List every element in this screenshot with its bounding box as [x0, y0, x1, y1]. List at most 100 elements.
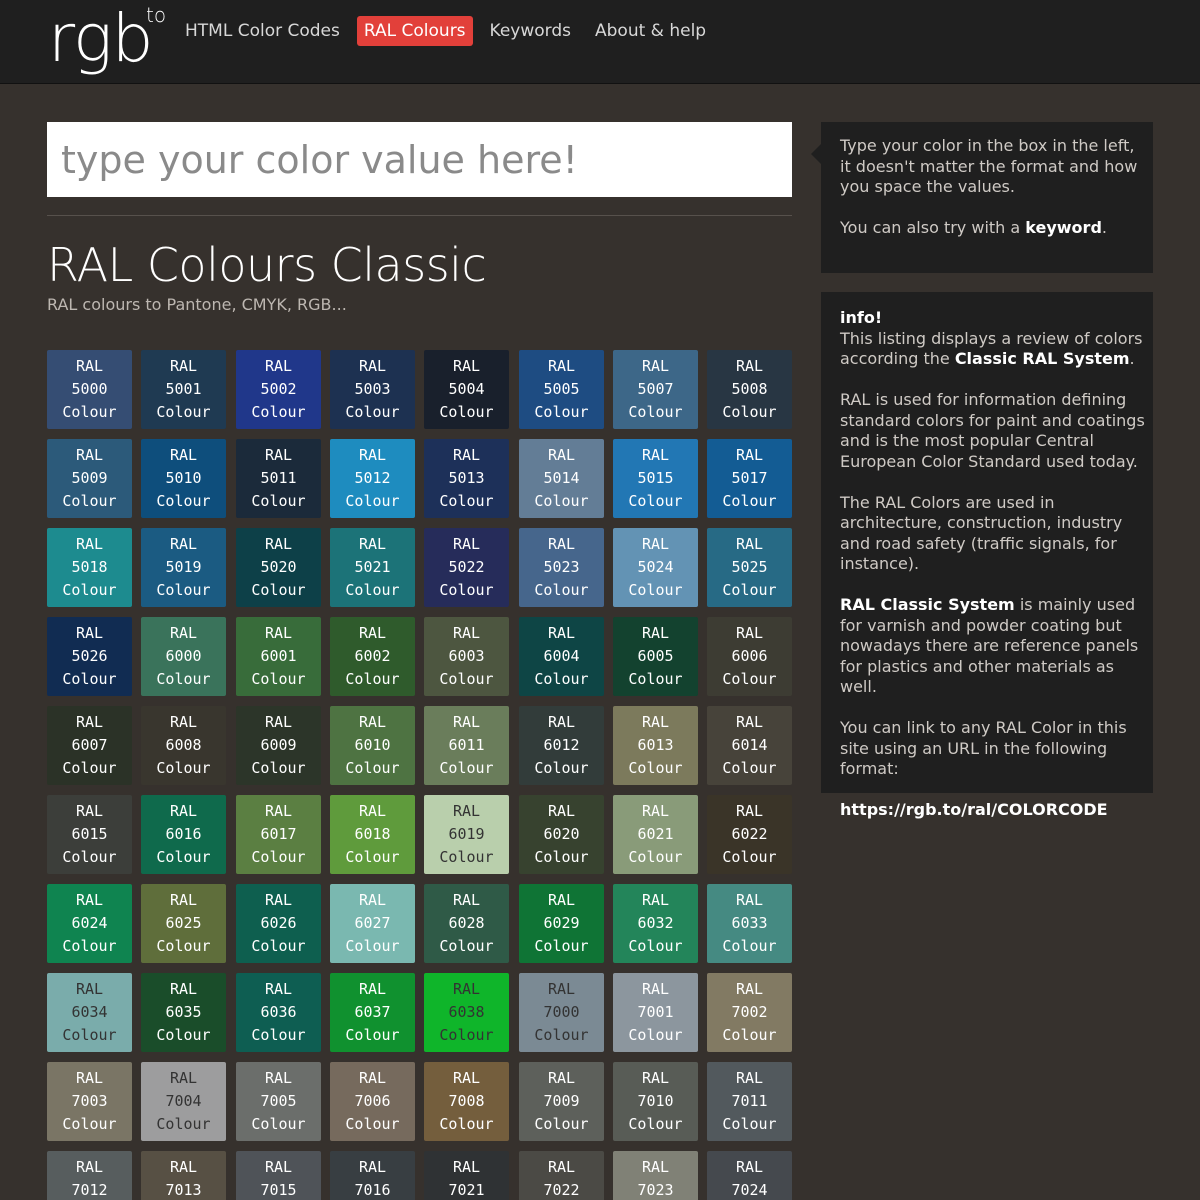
- ral-swatch[interactable]: RAL 6002 Colour: [330, 617, 415, 696]
- ral-swatch[interactable]: RAL7022Colour: [519, 1151, 604, 1200]
- ral-swatch[interactable]: RAL 5008 Colour: [707, 350, 792, 429]
- ral-swatch[interactable]: RAL 6034 Colour: [47, 973, 132, 1052]
- ral-swatch[interactable]: RAL 6026 Colour: [236, 884, 321, 963]
- ral-swatch[interactable]: RAL 6018 Colour: [330, 795, 415, 874]
- ral-swatch[interactable]: RAL 6008 Colour: [141, 706, 226, 785]
- ral-swatch[interactable]: RAL7021Colour: [424, 1151, 509, 1200]
- ral-swatch[interactable]: RAL 7008 Colour: [424, 1062, 509, 1141]
- ral-swatch[interactable]: RAL 5026 Colour: [47, 617, 132, 696]
- keyword-link[interactable]: keyword: [1025, 218, 1102, 237]
- ral-swatch[interactable]: RAL7016Colour: [330, 1151, 415, 1200]
- ral-swatch[interactable]: RAL 7006 Colour: [330, 1062, 415, 1141]
- ral-swatch[interactable]: RAL7023Colour: [613, 1151, 698, 1200]
- ral-swatch[interactable]: RAL 7004 Colour: [141, 1062, 226, 1141]
- ral-swatch[interactable]: RAL 6000 Colour: [141, 617, 226, 696]
- ral-swatch[interactable]: RAL 5021 Colour: [330, 528, 415, 607]
- ral-swatch-grid: RAL 5000 Colour RAL 5001 Colour RAL 5002 Colour R…: [47, 350, 797, 1200]
- ral-swatch[interactable]: RAL 7002 Colour: [707, 973, 792, 1052]
- ral-swatch[interactable]: RAL7015Colour: [236, 1151, 321, 1200]
- ral-swatch[interactable]: RAL 6006 Colour: [707, 617, 792, 696]
- ral-swatch[interactable]: RAL 5010 Colour: [141, 439, 226, 518]
- ral-swatch[interactable]: RAL 6038 Colour: [424, 973, 509, 1052]
- ral-swatch[interactable]: RAL 6033 Colour: [707, 884, 792, 963]
- ral-swatch[interactable]: RAL 5005 Colour: [519, 350, 604, 429]
- ral-swatch[interactable]: RAL 5009 Colour: [47, 439, 132, 518]
- ral-swatch[interactable]: RAL 5014 Colour: [519, 439, 604, 518]
- ral-swatch[interactable]: RAL 5025 Colour: [707, 528, 792, 607]
- nav-about-help[interactable]: About & help: [588, 16, 713, 46]
- ral-swatch[interactable]: RAL 5013 Colour: [424, 439, 509, 518]
- ral-swatch[interactable]: RAL 6013 Colour: [613, 706, 698, 785]
- ral-swatch[interactable]: RAL 5020 Colour: [236, 528, 321, 607]
- ral-swatch[interactable]: RAL7013Colour: [141, 1151, 226, 1200]
- swatch-code: 7008: [448, 1092, 485, 1110]
- ral-swatch[interactable]: RAL 5011 Colour: [236, 439, 321, 518]
- swatch-code: 5009: [71, 469, 108, 487]
- ral-swatch[interactable]: RAL 6035 Colour: [141, 973, 226, 1052]
- ral-swatch[interactable]: RAL 6028 Colour: [424, 884, 509, 963]
- swatch-label-colour: Colour: [156, 1026, 211, 1044]
- ral-swatch[interactable]: RAL 5019 Colour: [141, 528, 226, 607]
- color-search-input[interactable]: [47, 122, 792, 197]
- info-intro: info! This listing displays a review of c…: [840, 308, 1145, 370]
- ral-swatch[interactable]: RAL 6005 Colour: [613, 617, 698, 696]
- ral-swatch[interactable]: RAL7012Colour: [47, 1151, 132, 1200]
- ral-swatch[interactable]: RAL 7001 Colour: [613, 973, 698, 1052]
- ral-swatch[interactable]: RAL 6027 Colour: [330, 884, 415, 963]
- ral-swatch[interactable]: RAL 5012 Colour: [330, 439, 415, 518]
- ral-swatch[interactable]: RAL 5022 Colour: [424, 528, 509, 607]
- swatch-code: 6020: [543, 825, 580, 843]
- url-format: https://rgb.to/ral/COLORCODE: [840, 800, 1108, 819]
- ral-swatch[interactable]: RAL 5015 Colour: [613, 439, 698, 518]
- ral-swatch[interactable]: RAL 6004 Colour: [519, 617, 604, 696]
- ral-swatch[interactable]: RAL 6015 Colour: [47, 795, 132, 874]
- ral-swatch[interactable]: RAL 6020 Colour: [519, 795, 604, 874]
- nav-ral-colours[interactable]: RAL Colours: [356, 16, 473, 46]
- ral-swatch[interactable]: RAL 7011 Colour: [707, 1062, 792, 1141]
- swatch-code: 6015: [71, 825, 108, 843]
- ral-swatch[interactable]: RAL 5000 Colour: [47, 350, 132, 429]
- swatch-label-ral: RAL: [452, 1158, 481, 1176]
- ral-swatch[interactable]: RAL7024Colour: [707, 1151, 792, 1200]
- ral-swatch[interactable]: RAL 6024 Colour: [47, 884, 132, 963]
- ral-swatch[interactable]: RAL 7010 Colour: [613, 1062, 698, 1141]
- ral-swatch[interactable]: RAL 6012 Colour: [519, 706, 604, 785]
- ral-swatch[interactable]: RAL 6014 Colour: [707, 706, 792, 785]
- ral-swatch[interactable]: RAL 5002 Colour: [236, 350, 321, 429]
- ral-swatch[interactable]: RAL 5017 Colour: [707, 439, 792, 518]
- ral-swatch[interactable]: RAL 7003 Colour: [47, 1062, 132, 1141]
- ral-swatch[interactable]: RAL 6029 Colour: [519, 884, 604, 963]
- ral-swatch[interactable]: RAL 6021 Colour: [613, 795, 698, 874]
- ral-swatch[interactable]: RAL 6003 Colour: [424, 617, 509, 696]
- ral-swatch[interactable]: RAL 6007 Colour: [47, 706, 132, 785]
- ral-swatch[interactable]: RAL 6025 Colour: [141, 884, 226, 963]
- ral-swatch[interactable]: RAL 5018 Colour: [47, 528, 132, 607]
- ral-swatch[interactable]: RAL 6016 Colour: [141, 795, 226, 874]
- swatch-code: 6027: [354, 914, 391, 932]
- ral-swatch[interactable]: RAL 5023 Colour: [519, 528, 604, 607]
- ral-swatch[interactable]: RAL 6037 Colour: [330, 973, 415, 1052]
- site-logo[interactable]: rgb to: [48, 2, 166, 76]
- ral-swatch[interactable]: RAL 6022 Colour: [707, 795, 792, 874]
- ral-swatch[interactable]: RAL 7005 Colour: [236, 1062, 321, 1141]
- nav-keywords[interactable]: Keywords: [483, 16, 578, 46]
- swatch-label-ral: RAL: [547, 1158, 576, 1176]
- ral-swatch[interactable]: RAL 6001 Colour: [236, 617, 321, 696]
- ral-swatch[interactable]: RAL 6010 Colour: [330, 706, 415, 785]
- swatch-code: 6017: [260, 825, 297, 843]
- ral-swatch[interactable]: RAL 5004 Colour: [424, 350, 509, 429]
- swatch-label-colour: Colour: [156, 403, 211, 421]
- ral-swatch[interactable]: RAL 6032 Colour: [613, 884, 698, 963]
- ral-swatch[interactable]: RAL 6017 Colour: [236, 795, 321, 874]
- ral-swatch[interactable]: RAL 7009 Colour: [519, 1062, 604, 1141]
- ral-swatch[interactable]: RAL 6011 Colour: [424, 706, 509, 785]
- ral-swatch[interactable]: RAL 5007 Colour: [613, 350, 698, 429]
- nav-html-color-codes[interactable]: HTML Color Codes: [178, 16, 347, 46]
- ral-swatch[interactable]: RAL 6019 Colour: [424, 795, 509, 874]
- ral-swatch[interactable]: RAL 5001 Colour: [141, 350, 226, 429]
- ral-swatch[interactable]: RAL 5024 Colour: [613, 528, 698, 607]
- ral-swatch[interactable]: RAL 6036 Colour: [236, 973, 321, 1052]
- ral-swatch[interactable]: RAL 5003 Colour: [330, 350, 415, 429]
- ral-swatch[interactable]: RAL 6009 Colour: [236, 706, 321, 785]
- ral-swatch[interactable]: RAL 7000 Colour: [519, 973, 604, 1052]
